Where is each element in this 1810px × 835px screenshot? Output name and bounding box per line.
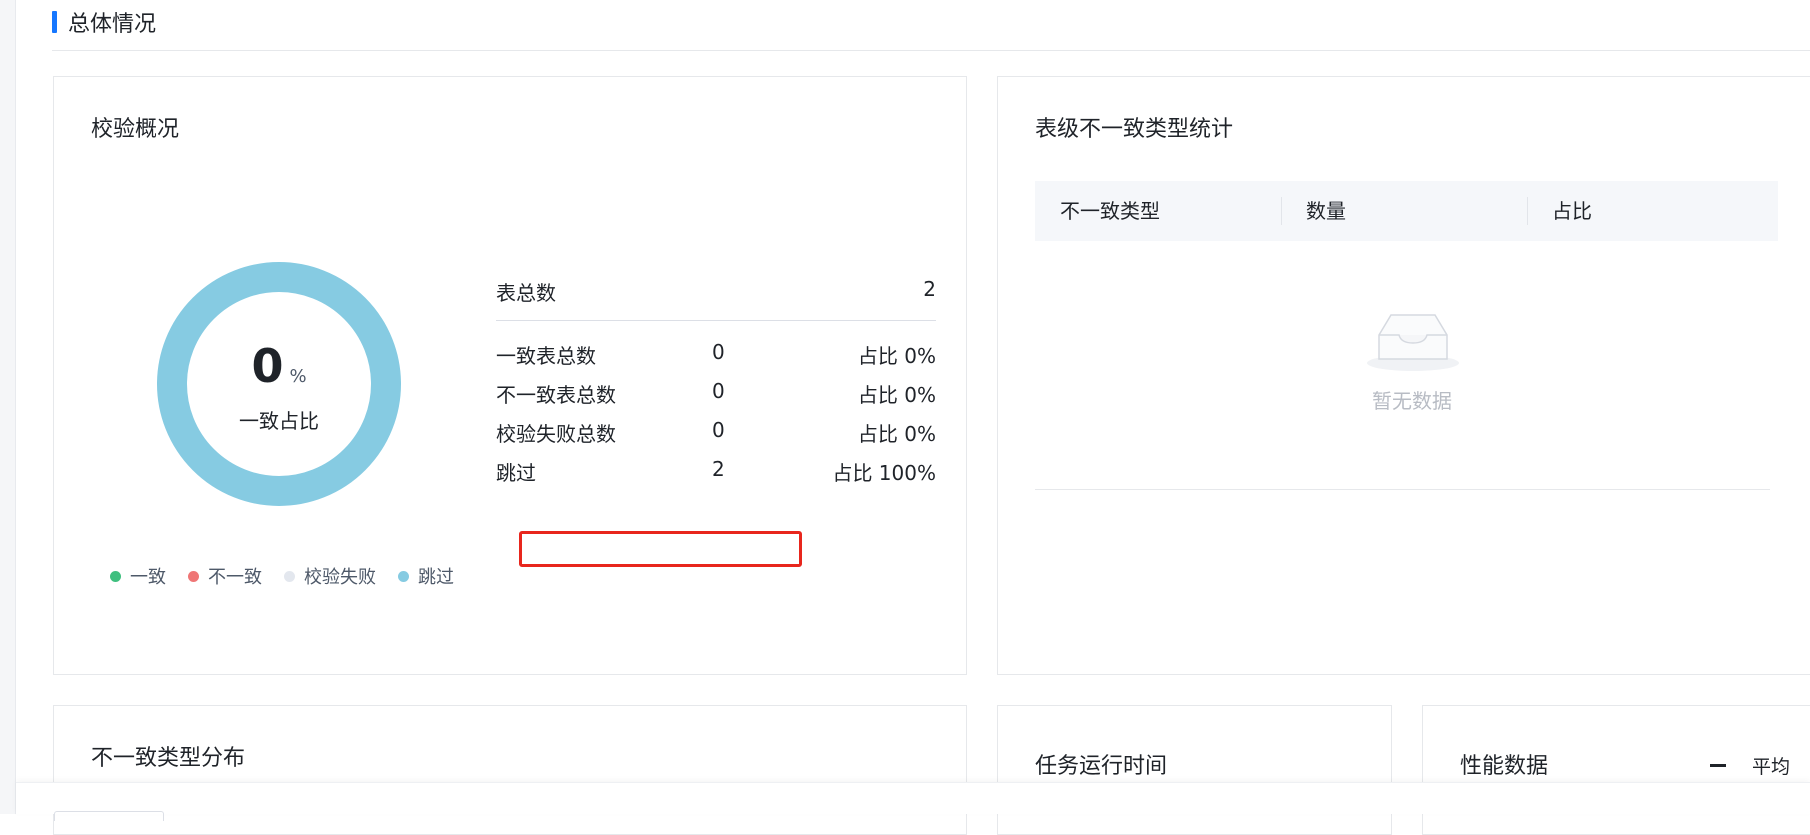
section-title-accent xyxy=(52,11,57,33)
table-types-card: 表级不一致类型统计 不一致类型 数量 占比 暂无数据 xyxy=(997,76,1810,675)
donut-value-number: 0 xyxy=(251,339,284,393)
legend-label: 一致 xyxy=(130,567,166,588)
legend-item-skipped[interactable]: 跳过 xyxy=(398,563,454,589)
table-bottom-border xyxy=(1035,489,1770,490)
performance-card: 性能数据 平均 xyxy=(1422,705,1810,835)
legend-dot-icon xyxy=(398,570,409,582)
runtime-title: 任务运行时间 xyxy=(1035,754,1168,779)
stat-value: 2 xyxy=(712,457,725,481)
stat-label: 一致表总数 xyxy=(496,344,596,368)
footer-bar xyxy=(16,782,1810,821)
table-header: 不一致类型 数量 占比 xyxy=(1035,181,1778,241)
stat-row-inconsistent: 不一致表总数 0 占比 0% xyxy=(496,371,936,410)
stat-total-label: 表总数 xyxy=(496,281,556,305)
stat-percent: 占比 0% xyxy=(857,383,936,407)
donut-chart: 0% 一致占比 xyxy=(156,261,402,507)
footer-button[interactable] xyxy=(54,811,164,821)
perf-legend-average[interactable]: 平均 xyxy=(1709,752,1790,779)
section-divider xyxy=(52,50,1810,51)
empty-state xyxy=(998,309,1810,377)
stat-value: 0 xyxy=(712,418,725,442)
stat-label: 跳过 xyxy=(496,461,536,485)
legend-item-inconsistent[interactable]: 不一致 xyxy=(188,563,262,589)
stat-total-value: 2 xyxy=(923,277,936,301)
legend-dot-icon xyxy=(284,570,295,582)
perf-legend-label: 平均 xyxy=(1751,756,1790,778)
stat-percent: 占比 100% xyxy=(832,461,936,485)
stat-label: 不一致表总数 xyxy=(496,383,616,407)
section-title-text: 总体情况 xyxy=(68,12,157,37)
stat-row-consistent: 一致表总数 0 占比 0% xyxy=(496,332,936,371)
stat-percent: 占比 0% xyxy=(857,344,936,368)
empty-inbox-icon xyxy=(1367,314,1459,371)
stat-percent: 占比 0% xyxy=(857,422,936,446)
stat-value: 0 xyxy=(712,379,725,403)
legend-item-consistent[interactable]: 一致 xyxy=(110,563,166,589)
donut-value: 0% xyxy=(156,339,402,393)
section-title: 总体情况 xyxy=(52,8,157,37)
column-header-ratio[interactable]: 占比 xyxy=(1527,181,1773,241)
runtime-card: 任务运行时间 xyxy=(997,705,1392,835)
stat-row-failed: 校验失败总数 0 占比 0% xyxy=(496,410,936,449)
stats-list: 表总数 2 一致表总数 0 占比 0% 不一致表总数 0 占比 0% 校验失败总… xyxy=(496,263,936,488)
donut-value-unit: % xyxy=(289,366,307,387)
line-dash-icon xyxy=(1709,764,1726,767)
highlight-box xyxy=(519,531,802,567)
stat-label: 校验失败总数 xyxy=(496,422,616,446)
stat-value: 0 xyxy=(712,340,725,364)
legend-dot-icon xyxy=(188,570,199,582)
left-rail xyxy=(0,0,16,814)
donut-legend: 一致 不一致 校验失败 跳过 xyxy=(110,563,454,589)
donut-center: 0% 一致占比 xyxy=(156,261,402,507)
legend-label: 不一致 xyxy=(208,567,262,588)
legend-label: 跳过 xyxy=(418,567,454,588)
distribution-title: 不一致类型分布 xyxy=(91,746,246,771)
overview-title: 校验概况 xyxy=(91,117,180,142)
distribution-card: 不一致类型分布 xyxy=(53,705,967,835)
donut-label: 一致占比 xyxy=(239,409,319,433)
empty-text: 暂无数据 xyxy=(1372,389,1452,413)
column-header-count[interactable]: 数量 xyxy=(1281,181,1527,241)
overview-card: 校验概况 0% 一致占比 表总数 2 一致表总数 0 占比 0% 不一致表总数 … xyxy=(53,76,967,675)
stat-total-row: 表总数 2 xyxy=(496,263,936,321)
stat-row-skipped: 跳过 2 占比 100% xyxy=(496,449,936,488)
legend-label: 校验失败 xyxy=(304,567,376,588)
column-header-type[interactable]: 不一致类型 xyxy=(1035,181,1281,241)
legend-dot-icon xyxy=(110,570,121,582)
table-types-title: 表级不一致类型统计 xyxy=(1035,117,1234,142)
performance-title: 性能数据 xyxy=(1460,754,1549,779)
legend-item-failed[interactable]: 校验失败 xyxy=(284,563,376,589)
